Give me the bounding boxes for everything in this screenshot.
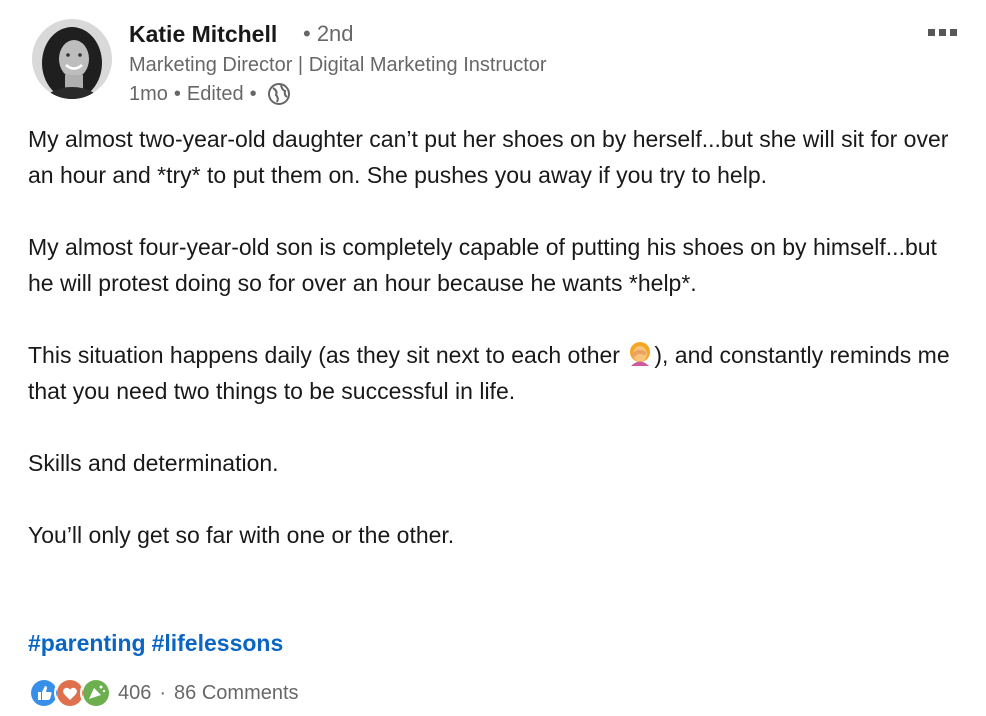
- connection-degree: • 2nd: [303, 21, 354, 46]
- facepalm-emoji-icon: [626, 341, 654, 367]
- globe-icon: [267, 82, 291, 106]
- more-dot-icon: [949, 28, 957, 36]
- reactions-summary[interactable]: [28, 677, 112, 709]
- reaction-count[interactable]: 406: [118, 682, 151, 705]
- paragraph-text: This situation happens daily (as they si…: [28, 342, 627, 368]
- more-dot-icon: [927, 28, 935, 36]
- hashtag-link[interactable]: #lifelessons: [152, 630, 284, 656]
- meta-separator: •: [249, 83, 257, 105]
- celebrate-icon: [80, 677, 112, 709]
- comments-count-link[interactable]: 86 Comments: [174, 682, 299, 705]
- post-paragraph: You’ll only get so far with one or the o…: [28, 522, 455, 548]
- edited-label: Edited: [186, 83, 244, 105]
- post-meta: 1mo • Edited •: [129, 81, 291, 107]
- post-paragraph: My almost two-year-old daughter can’t pu…: [28, 126, 949, 188]
- meta-separator: •: [173, 83, 181, 105]
- hashtag-link[interactable]: #parenting: [28, 630, 146, 656]
- post-paragraph: This situation happens daily (as they si…: [28, 337, 968, 409]
- post-paragraph: My almost four-year-old son is completel…: [28, 234, 937, 296]
- post-text: My almost two-year-old daughter can’t pu…: [28, 121, 968, 589]
- social-counts: 406 · 86 Comments: [28, 676, 299, 710]
- more-dot-icon: [938, 28, 946, 36]
- post-time: 1mo: [129, 83, 168, 105]
- post-paragraph: Skills and determination.: [28, 450, 279, 476]
- more-options-button[interactable]: [918, 18, 966, 46]
- hashtag-list: #parenting #lifelessons: [28, 627, 289, 659]
- social-separator: ·: [159, 681, 167, 704]
- author-name[interactable]: Katie Mitchell: [129, 20, 277, 48]
- author-avatar[interactable]: [32, 19, 112, 99]
- author-headline: Marketing Director | Digital Marketing I…: [129, 54, 547, 76]
- feed-post: Katie Mitchell • 2nd Marketing Director …: [0, 0, 986, 716]
